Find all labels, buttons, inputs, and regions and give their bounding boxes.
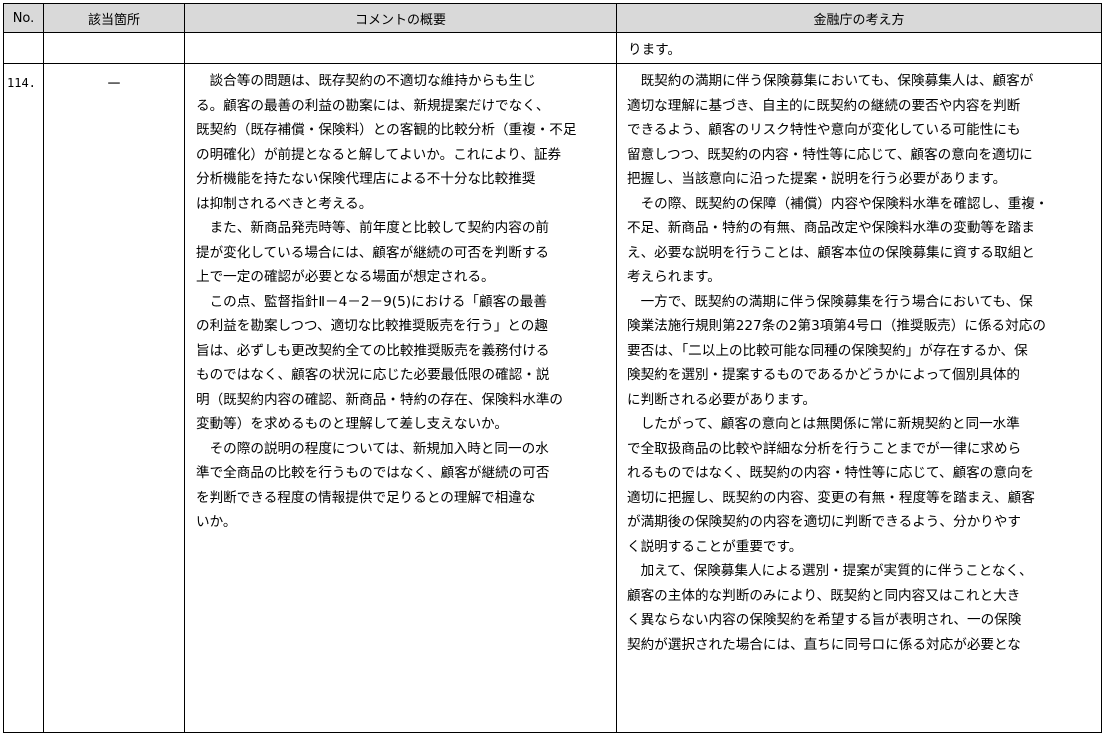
- continuation-fsa-text: ります。: [628, 42, 682, 58]
- comment-table: No. 該当箇所 コメントの概要 金融庁の考え方 ります。 114. － 談合等…: [3, 3, 1102, 733]
- fsa-view-line: 加えて、保険募集人による選別・提案が実質的に伴うことなく、: [627, 563, 1033, 579]
- header-no: No.: [3, 3, 44, 33]
- comment-line: 既契約（既存補償・保険料）との客観的比較分析（重複・不足: [196, 122, 577, 138]
- fsa-view-cell: 既契約の満期に伴う保険募集においても、保険募集人は、顧客が 適切な理解に基づき、自…: [616, 63, 1102, 733]
- row-number: 114.: [3, 63, 44, 733]
- comment-line: 提が変化している場合には、顧客が継続の可否を判断する: [196, 244, 550, 261]
- comment-line: は抑制されるべきと考える。: [196, 195, 373, 212]
- comment-line: 変動等）を求めるものと理解して差し支えないか。: [196, 416, 508, 432]
- comment-line: の利益を勘案しつつ、適切な比較推奨販売を行う」との趣: [196, 318, 548, 334]
- continuation-location-cell: [43, 32, 185, 64]
- fsa-view-line: 考えられます。: [627, 269, 721, 285]
- continuation-comment-cell: [184, 32, 617, 64]
- fsa-view-line: れるものではなく、既契約の内容・特性等に応じて、顧客の意向を: [627, 465, 1035, 481]
- fsa-view-line: が満期後の保険契約の内容を適切に判断できるよう、分かりやす: [627, 514, 1021, 530]
- fsa-view-line: 契約が選択された場合には、直ちに同号ロに係る対応が必要とな: [627, 636, 1021, 653]
- fsa-view-line: に判断される必要があります。: [627, 391, 816, 408]
- comment-line: 準で全商品の比較を行うものではなく、顧客が継続の可否: [196, 465, 550, 481]
- header-fsa-view: 金融庁の考え方: [616, 3, 1102, 33]
- fsa-view-line: したがって、顧客の意向とは無関係に常に新規契約と同一水準: [627, 416, 1020, 432]
- header-location: 該当箇所: [43, 3, 185, 33]
- fsa-view-line: 適切な理解に基づき、自主的に既契約の継続の要否や内容を判断: [627, 97, 1021, 114]
- comment-line: 上で一定の確認が必要となる場面が想定される。: [196, 269, 495, 285]
- comment-line: 旨は、必ずしも更改契約全ての比較推奨販売を義務付ける: [196, 342, 550, 359]
- table-row: 114. － 談合等の問題は、既存契約の不適切な維持からも生じ る。顧客の最善の利…: [3, 63, 1102, 733]
- header-comment: コメントの概要: [184, 3, 617, 33]
- comment-line: その際の説明の程度については、新規加入時と同一の水: [196, 440, 549, 457]
- fsa-view-line: その際、既契約の保障（補償）内容や保険料水準を確認し、重複・: [627, 195, 1049, 212]
- fsa-view-line: 要否は、「二以上の比較可能な同種の保険契約」が存在するか、保: [627, 342, 1028, 359]
- fsa-view-line: できるよう、顧客のリスク特性や意向が変化している可能性にも: [627, 122, 1021, 138]
- comment-line: ものではなく、顧客の状況に応じた必要最低限の確認・説: [196, 367, 550, 383]
- fsa-view-line: で全取扱商品の比較や詳細な分析を行うことまでが一律に求めら: [627, 440, 1022, 457]
- fsa-view-line: 一方で、既契約の満期に伴う保険募集を行う場合においても、保: [627, 293, 1033, 310]
- comment-text: 談合等の問題は、既存契約の不適切な維持からも生じ る。顧客の最善の利益の勘案には、…: [185, 64, 616, 535]
- fsa-view-line: え、必要な説明を行うことは、顧客本位の保険募集に資する取組と: [627, 244, 1035, 261]
- fsa-view-line: 留意しつつ、既契約の内容・特性等に応じて、顧客の意向を適切に: [627, 146, 1033, 163]
- fsa-view-line: く異ならない内容の保険契約を希望する旨が表明され、一の保険: [627, 612, 1022, 628]
- comment-line: いか。: [196, 514, 237, 530]
- fsa-view-line: 不足、新商品・特約の有無、商品改定や保険料水準の変動等を踏ま: [627, 220, 1035, 236]
- fsa-view-line: 険契約を選別・提案するものであるかどうかによって個別具体的: [627, 367, 1020, 383]
- header-row: No. 該当箇所 コメントの概要 金融庁の考え方: [3, 3, 1102, 33]
- fsa-view-text: 既契約の満期に伴う保険募集においても、保険募集人は、顧客が 適切な理解に基づき、自…: [617, 64, 1101, 657]
- comment-line: また、新商品発売時等、前年度と比較して契約内容の前: [196, 220, 550, 236]
- row-location: －: [43, 63, 185, 733]
- comment-line: る。顧客の最善の利益の勘案には、新規提案だけでなく、: [196, 97, 550, 114]
- fsa-view-line: 把握し、当該意向に沿った提案・説明を行う必要があります。: [627, 171, 1007, 187]
- comment-line: この点、監督指針Ⅱ－4－2－9(5)における「顧客の最善: [196, 293, 547, 310]
- fsa-view-line: 険業法施行規則第227条の2第3項第4号ロ（推奨販売）に係る対応の: [627, 318, 1046, 334]
- comment-line: の明確化）が前提となると解してよいか。これにより、証券: [196, 146, 562, 163]
- fsa-view-line: く説明することが重要です。: [627, 538, 803, 555]
- fsa-view-line: 顧客の主体的な判断のみにより、既契約と同内容又はこれと大き: [627, 587, 1021, 604]
- comment-line: を判断できる程度の情報提供で足りるとの理解で相違な: [196, 489, 536, 506]
- fsa-view-line: 適切に把握し、既契約の内容、変更の有無・程度等を踏まえ、顧客: [627, 489, 1035, 506]
- comment-line: 分析機能を持たない保険代理店による不十分な比較推奨: [196, 171, 536, 187]
- comment-line: 談合等の問題は、既存契約の不適切な維持からも生じ: [196, 73, 536, 89]
- comment-line: 明（既契約内容の確認、新商品・特約の存在、保険料水準の: [196, 391, 564, 408]
- continuation-no-cell: [3, 32, 44, 64]
- comment-cell: 談合等の問題は、既存契約の不適切な維持からも生じ る。顧客の最善の利益の勘案には、…: [184, 63, 617, 733]
- fsa-view-line: 既契約の満期に伴う保険募集においても、保険募集人は、顧客が: [627, 73, 1034, 89]
- continuation-row: ります。: [3, 32, 1102, 64]
- continuation-fsa-cell: ります。: [616, 32, 1102, 64]
